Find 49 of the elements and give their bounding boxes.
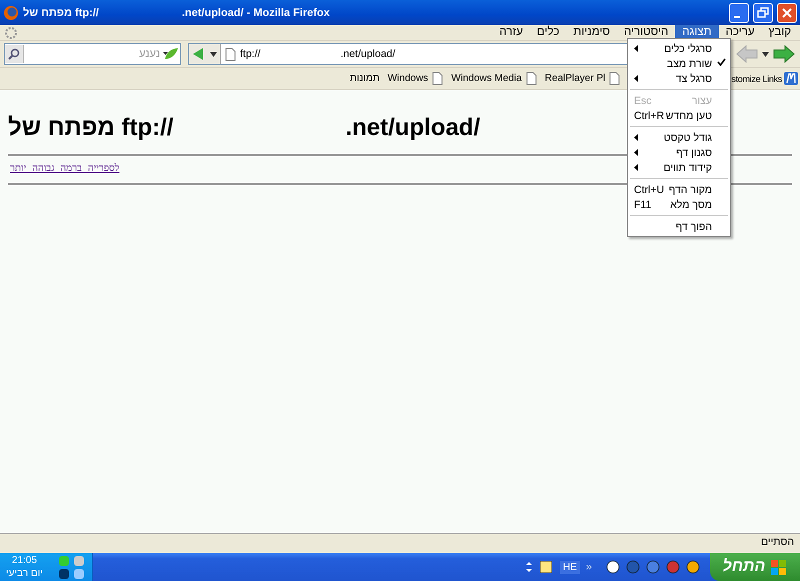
menu-item[interactable]: כלים — [530, 25, 566, 40]
menu-item[interactable]: עזרה — [492, 25, 530, 40]
minimize-button[interactable] — [729, 2, 749, 22]
bookmark-link[interactable]: RealPlayer Pl — [544, 72, 620, 85]
page-icon — [609, 72, 620, 85]
window-title: מפתח של ftp:// — [23, 6, 99, 18]
window-title: .net/upload/ - Mozilla Firefox — [182, 6, 330, 18]
bookmark-link[interactable]: Windows — [388, 72, 444, 85]
search-button[interactable] — [5, 45, 24, 63]
clock-time: 21:05 — [12, 554, 37, 567]
restore-button[interactable] — [753, 2, 773, 22]
menu-item[interactable]: סרגל צד — [628, 71, 730, 86]
bookmark-link[interactable]: stomize Links — [731, 72, 798, 85]
leaf-icon[interactable] — [162, 47, 180, 61]
four-squares-icon — [771, 560, 788, 574]
page-icon — [526, 72, 537, 85]
parent-directory-link[interactable]: לספרייה ברמה גבוהה יותר — [10, 163, 120, 174]
menu-item[interactable]: קובץ — [762, 25, 798, 40]
menu-item[interactable]: עריכה — [718, 25, 762, 40]
dropdown-arrow-icon[interactable] — [762, 52, 769, 56]
restore-icon — [757, 6, 769, 18]
language-indicator[interactable]: HE — [560, 560, 580, 574]
dropdown-arrow-icon[interactable] — [210, 52, 216, 56]
m-letter-icon — [784, 72, 798, 85]
menu-item[interactable]: קידוד תווים — [628, 160, 730, 175]
bookmark-link[interactable]: תמונות — [350, 73, 380, 84]
circle-icon[interactable] — [686, 560, 700, 574]
bookmark-link[interactable]: Windows Media — [451, 72, 537, 85]
activity-throbber-icon — [4, 26, 18, 40]
status-text: הסתיים — [760, 536, 794, 548]
help-icon[interactable] — [540, 561, 552, 573]
page-heading: מפתח של ftp:// — [8, 114, 174, 142]
quick-launch-chevron[interactable]: « — [586, 561, 592, 573]
browser-logo-icon — [3, 4, 19, 20]
close-button[interactable] — [777, 2, 797, 22]
close-icon — [781, 6, 793, 18]
minimize-icon — [734, 16, 740, 18]
menu-item[interactable]: גודל טקסט — [628, 130, 730, 145]
search-field[interactable]: נענע — [4, 43, 181, 65]
page-heading: .net/upload/ — [345, 114, 480, 142]
menu-item[interactable]: הפוך דף — [628, 219, 730, 234]
page-icon — [225, 48, 236, 60]
menu-item[interactable]: היסטוריה — [616, 25, 676, 40]
page-icon — [432, 72, 444, 85]
menu-item[interactable]: סגנון דף — [628, 145, 730, 160]
forward-button[interactable] — [772, 45, 796, 63]
clock-day: יום רביעי — [6, 567, 43, 580]
updown-arrows-icon[interactable] — [526, 561, 532, 573]
menu-item[interactable]: סימניות — [566, 25, 617, 40]
